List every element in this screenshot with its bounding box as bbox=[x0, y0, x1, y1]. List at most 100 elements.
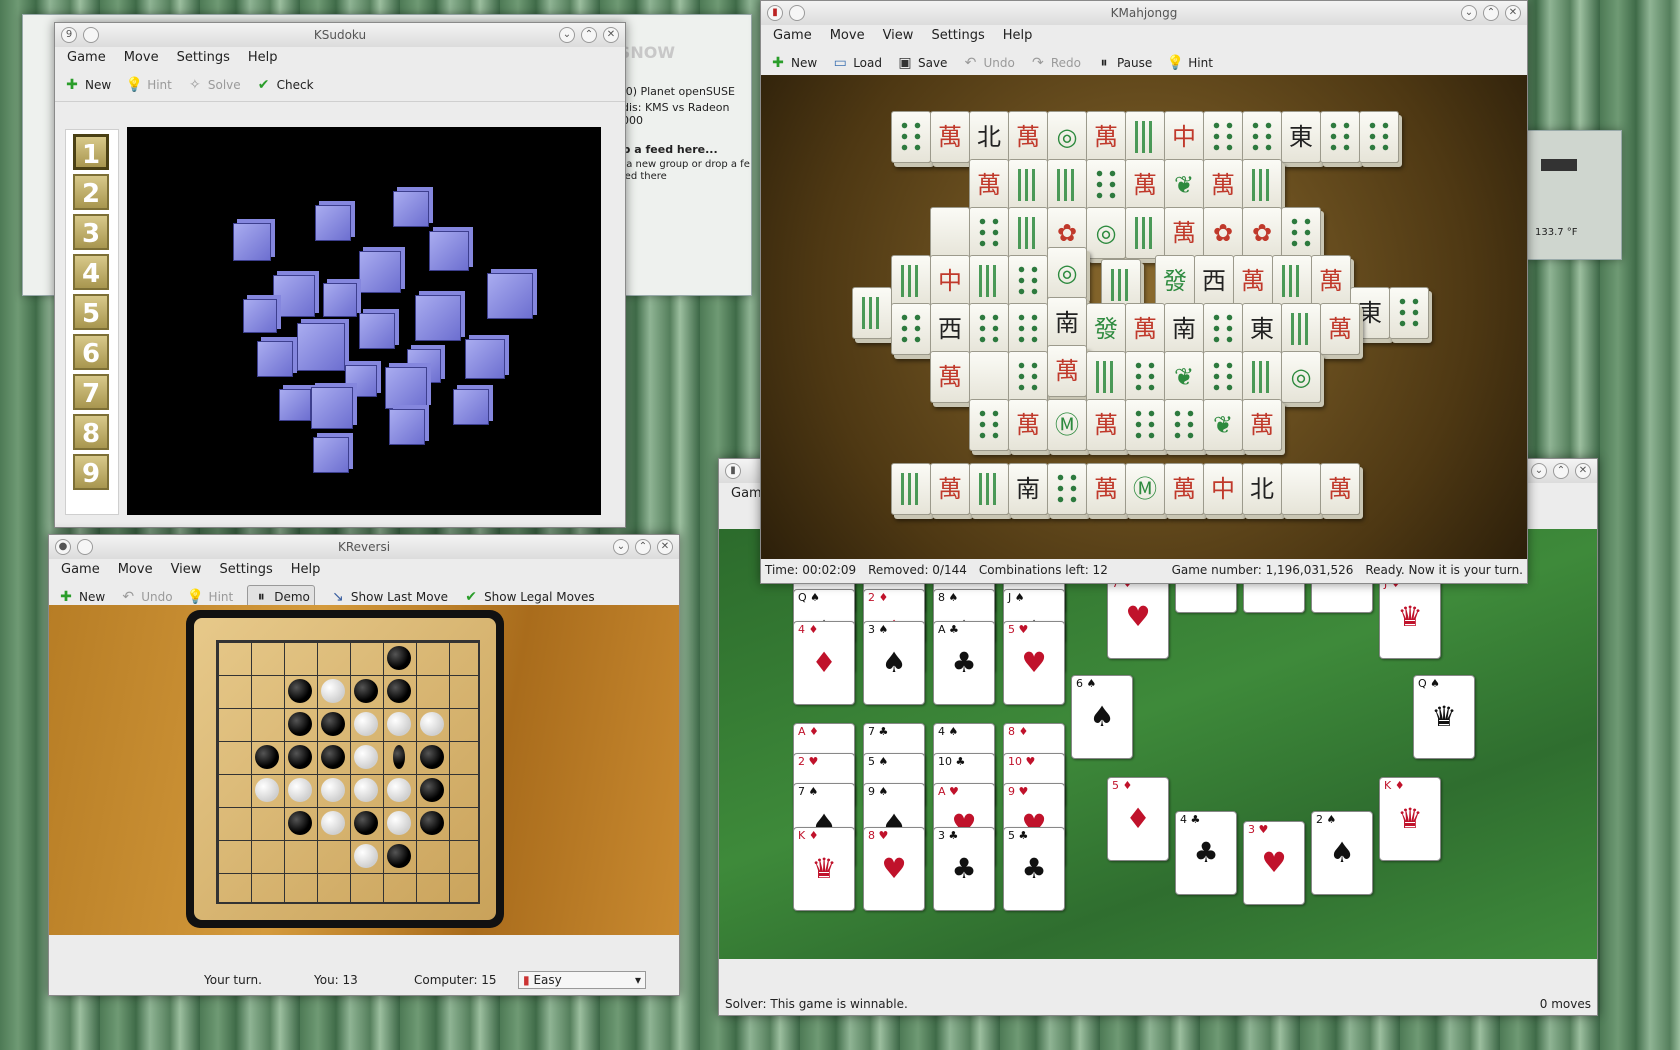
mahjong-tile[interactable]: 西 bbox=[1194, 255, 1234, 307]
mahjong-tile[interactable]: 東 bbox=[1281, 111, 1321, 163]
mahjong-tile[interactable] bbox=[1125, 351, 1165, 403]
mahjong-tile[interactable] bbox=[1281, 463, 1321, 515]
mahjong-tile[interactable]: ❦ bbox=[1164, 351, 1204, 403]
playing-card[interactable]: 7 ♥♥ bbox=[1107, 575, 1169, 659]
undo-button[interactable]: ↶ Undo bbox=[961, 54, 1015, 72]
mahjong-tile[interactable]: ❦ bbox=[1164, 159, 1204, 211]
mahjong-tile[interactable]: 萬 bbox=[930, 463, 970, 515]
number-8[interactable]: 8 bbox=[73, 414, 109, 450]
maximize-icon[interactable]: ⌃ bbox=[635, 539, 651, 555]
load-button[interactable]: ▭ Load bbox=[831, 54, 882, 72]
mahjong-tile[interactable] bbox=[891, 111, 931, 163]
mahjong-tile[interactable]: ✿ bbox=[1203, 207, 1243, 259]
number-1[interactable]: 1 bbox=[73, 134, 109, 170]
mahjong-tile[interactable]: 萬 bbox=[1320, 303, 1360, 355]
number-7[interactable]: 7 bbox=[73, 374, 109, 410]
cube[interactable] bbox=[297, 323, 345, 371]
menu-view[interactable]: View bbox=[171, 559, 202, 581]
window-menu-icon[interactable]: 9 bbox=[61, 27, 77, 43]
reversi-grid[interactable] bbox=[216, 640, 480, 904]
mahjong-tile[interactable] bbox=[1164, 399, 1204, 451]
hint-button[interactable]: 💡 Hint bbox=[1166, 54, 1213, 72]
number-2[interactable]: 2 bbox=[73, 174, 109, 210]
window-menu-icon[interactable]: ● bbox=[55, 539, 71, 555]
hint-button[interactable]: 💡 Hint bbox=[125, 76, 171, 94]
mahjong-tile[interactable] bbox=[1125, 111, 1165, 163]
cube[interactable] bbox=[465, 339, 505, 379]
mahjong-tile[interactable] bbox=[969, 303, 1009, 355]
mahjong-tile[interactable]: 萬 bbox=[1233, 255, 1273, 307]
mahjong-tile[interactable]: 中 bbox=[1164, 111, 1204, 163]
playing-card[interactable]: 5 ♦ ♦ bbox=[1107, 777, 1169, 861]
menu-view[interactable]: View bbox=[883, 25, 914, 47]
number-4[interactable]: 4 bbox=[73, 254, 109, 290]
close-icon[interactable]: ✕ bbox=[1575, 463, 1591, 479]
mahjong-tile[interactable]: 萬 bbox=[1242, 399, 1282, 451]
cube[interactable] bbox=[313, 437, 349, 473]
menu-settings[interactable]: Settings bbox=[931, 25, 984, 47]
check-button[interactable]: ✔ Check bbox=[255, 76, 314, 94]
cube[interactable] bbox=[323, 283, 357, 317]
cube[interactable] bbox=[273, 275, 315, 317]
mahjong-tile[interactable] bbox=[1281, 207, 1321, 259]
mahjong-tile[interactable]: 萬 bbox=[1164, 463, 1204, 515]
playing-card[interactable]: Q ♠ ♛ bbox=[1413, 675, 1475, 759]
close-icon[interactable]: ✕ bbox=[603, 27, 619, 43]
cube[interactable] bbox=[279, 389, 311, 421]
window-menu-icon[interactable]: ▮ bbox=[767, 5, 783, 21]
feed-item-title[interactable]: /30) Planet openSUSE bbox=[615, 85, 735, 98]
cube[interactable] bbox=[311, 387, 353, 429]
mahjong-tile[interactable]: ❦ bbox=[1203, 399, 1243, 451]
cube[interactable] bbox=[315, 205, 351, 241]
menu-settings[interactable]: Settings bbox=[219, 559, 272, 581]
mahjong-tile[interactable]: 萬 bbox=[1008, 111, 1048, 163]
mahjong-tile[interactable] bbox=[1008, 159, 1048, 211]
pause-button[interactable]: ⏸ Pause bbox=[1095, 54, 1152, 72]
mahjong-tile[interactable] bbox=[1047, 463, 1087, 515]
mahjong-tile[interactable] bbox=[1086, 351, 1126, 403]
mahjong-tile[interactable] bbox=[930, 207, 970, 259]
menu-game[interactable]: Game bbox=[67, 47, 106, 69]
difficulty-select[interactable]: ▮ Easy ▾ bbox=[518, 971, 646, 989]
patience-table[interactable]: 3 ♦♦ A ♦♦ Q ♠♠ 4 ♦♦ Q ♠♠ K ♠♠ 2 ♦♦ 3 ♠♠ … bbox=[719, 529, 1597, 959]
number-3[interactable]: 3 bbox=[73, 214, 109, 250]
mahjong-tile[interactable]: 萬 bbox=[1125, 303, 1165, 355]
mahjong-tile[interactable]: 萬 bbox=[1008, 399, 1048, 451]
menu-game[interactable]: Game bbox=[61, 559, 100, 581]
show-legal-moves-button[interactable]: ✔ Show Legal Moves bbox=[462, 588, 594, 606]
mahjong-tile[interactable] bbox=[1242, 111, 1282, 163]
mahjong-tile[interactable] bbox=[969, 351, 1009, 403]
number-6[interactable]: 6 bbox=[73, 334, 109, 370]
mahjong-tile[interactable] bbox=[1008, 351, 1048, 403]
mahjong-tile[interactable] bbox=[1125, 207, 1165, 259]
minimize-icon[interactable]: ⌄ bbox=[613, 539, 629, 555]
playing-card[interactable]: 8 ♥ ♥ bbox=[863, 827, 925, 911]
close-icon[interactable]: ✕ bbox=[1505, 5, 1521, 21]
mahjong-tile[interactable]: ◎ bbox=[1281, 351, 1321, 403]
mahjong-tile[interactable]: 發 bbox=[1086, 303, 1126, 355]
mahjong-tile[interactable] bbox=[969, 399, 1009, 451]
save-button[interactable]: ▣ Save bbox=[896, 54, 947, 72]
menu-settings[interactable]: Settings bbox=[177, 47, 230, 69]
mahjong-tile[interactable] bbox=[852, 287, 892, 339]
mahjong-tile[interactable]: 萬 bbox=[930, 111, 970, 163]
undo-button[interactable]: ↶ Undo bbox=[119, 588, 172, 606]
mahjong-tile[interactable]: 萬 bbox=[1086, 463, 1126, 515]
ksudoku-titlebar[interactable]: 9 KSudoku ⌄ ⌃ ✕ bbox=[55, 23, 625, 47]
mahjong-tile[interactable] bbox=[1359, 111, 1399, 163]
mahjong-tile[interactable] bbox=[1281, 303, 1321, 355]
hint-button[interactable]: 💡 Hint bbox=[187, 588, 233, 606]
cube[interactable] bbox=[487, 273, 533, 319]
solve-button[interactable]: ✧ Solve bbox=[186, 76, 241, 94]
kreversi-titlebar[interactable]: ● KReversi ⌄ ⌃ ✕ bbox=[49, 535, 679, 559]
mahjong-tile[interactable]: ◎ bbox=[1086, 207, 1126, 259]
mahjong-tile[interactable] bbox=[1008, 255, 1048, 307]
mahjong-tile[interactable]: 萬 bbox=[1086, 399, 1126, 451]
mahjong-tile[interactable]: 南 bbox=[1008, 463, 1048, 515]
cube[interactable] bbox=[233, 223, 271, 261]
sticky-icon[interactable] bbox=[83, 27, 99, 43]
playing-card[interactable]: 3 ♣ ♣ bbox=[933, 827, 995, 911]
number-5[interactable]: 5 bbox=[73, 294, 109, 330]
menu-help[interactable]: Help bbox=[291, 559, 321, 581]
playing-card[interactable]: 5 ♥ ♥ bbox=[1003, 621, 1065, 705]
